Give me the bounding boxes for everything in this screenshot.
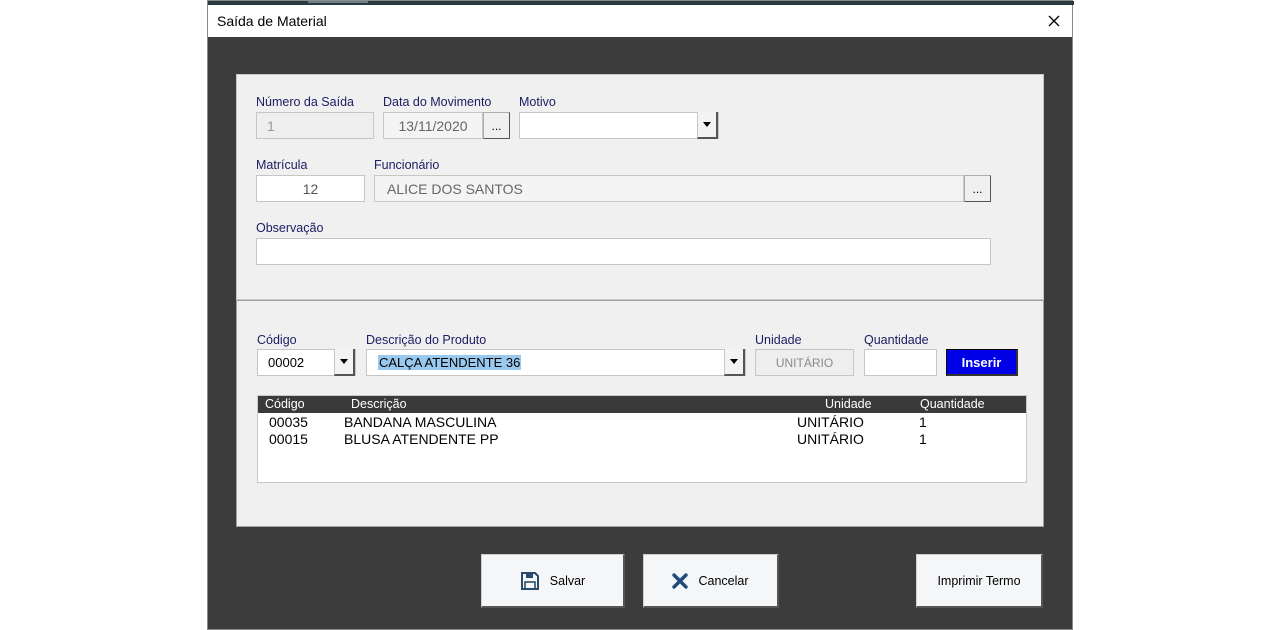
funcionario-value: ALICE DOS SANTOS	[387, 180, 523, 197]
observacao-label: Observação	[256, 221, 324, 235]
title-bar: Saída de Material	[208, 5, 1072, 37]
data-movimento-picker-button[interactable]: ...	[483, 112, 510, 139]
background-window-text-fragment	[308, 1, 368, 3]
descricao-produto-combobox[interactable]: CALÇA ATENDENTE 36	[366, 349, 746, 376]
matricula-value: 12	[302, 180, 319, 197]
items-list[interactable]: Código Descrição Unidade Quantidade 0003…	[257, 395, 1027, 483]
close-button[interactable]	[1036, 5, 1072, 37]
caret-down-icon	[340, 359, 348, 364]
header-panel: Número da Saída 1 Data do Movimento 13/1…	[236, 74, 1044, 300]
descricao-produto-value: CALÇA ATENDENTE 36	[378, 355, 522, 370]
codigo-dropdown-button[interactable]	[334, 349, 355, 376]
matricula-field[interactable]: 12	[256, 175, 365, 202]
picker-ellipsis: ...	[491, 119, 502, 133]
row-descricao: BLUSA ATENDENTE PP	[344, 431, 499, 447]
saida-material-window: Saída de Material Número da Saída 1 Data…	[207, 0, 1074, 630]
row-codigo: 00015	[269, 431, 308, 447]
data-movimento-value: 13/11/2020	[398, 117, 468, 134]
row-unidade: UNITÁRIO	[797, 431, 864, 447]
row-descricao: BANDANA MASCULINA	[344, 414, 497, 430]
imprimir-termo-button[interactable]: Imprimir Termo	[916, 554, 1043, 608]
floppy-disk-icon	[520, 571, 540, 591]
descricao-dropdown-button[interactable]	[724, 349, 745, 376]
column-header-unidade: Unidade	[825, 397, 872, 411]
picker-ellipsis: ...	[972, 182, 983, 196]
x-mark-icon	[672, 572, 689, 589]
unidade-label: Unidade	[755, 333, 802, 347]
caret-down-icon	[730, 359, 738, 364]
table-row[interactable]: 00035 BANDANA MASCULINA UNITÁRIO 1	[258, 414, 1026, 431]
quantidade-field[interactable]	[864, 349, 937, 376]
motivo-select[interactable]	[519, 112, 719, 139]
inserir-button[interactable]: Inserir	[946, 349, 1018, 376]
salvar-label: Salvar	[549, 573, 586, 588]
data-movimento-label: Data do Movimento	[383, 95, 492, 109]
row-quantidade: 1	[919, 431, 927, 447]
inserir-label: Inserir	[961, 354, 1002, 370]
quantidade-label: Quantidade	[864, 333, 929, 347]
row-quantidade: 1	[919, 414, 927, 430]
motivo-label: Motivo	[519, 95, 556, 109]
table-row[interactable]: 00015 BLUSA ATENDENTE PP UNITÁRIO 1	[258, 431, 1026, 448]
matricula-label: Matrícula	[256, 158, 308, 172]
codigo-combobox[interactable]: 00002	[257, 349, 356, 376]
close-icon	[1048, 15, 1060, 27]
funcionario-picker-button[interactable]: ...	[964, 175, 991, 202]
numero-saida-value: 1	[267, 117, 275, 134]
salvar-button[interactable]: Salvar	[481, 554, 625, 608]
window-title: Saída de Material	[217, 13, 327, 29]
imprimir-termo-label: Imprimir Termo	[937, 573, 1021, 588]
items-list-header: Código Descrição Unidade Quantidade	[258, 396, 1026, 413]
row-unidade: UNITÁRIO	[797, 414, 864, 430]
column-header-descricao: Descrição	[351, 397, 407, 411]
column-header-quantidade: Quantidade	[920, 397, 985, 411]
codigo-label: Código	[257, 333, 297, 347]
descricao-produto-label: Descrição do Produto	[366, 333, 487, 347]
column-header-codigo: Código	[265, 397, 305, 411]
row-codigo: 00035	[269, 414, 308, 430]
numero-saida-label: Número da Saída	[256, 95, 354, 109]
data-movimento-field[interactable]: 13/11/2020	[383, 112, 483, 139]
numero-saida-field[interactable]: 1	[256, 112, 374, 139]
funcionario-field[interactable]: ALICE DOS SANTOS	[374, 175, 964, 202]
funcionario-label: Funcionário	[374, 158, 440, 172]
caret-down-icon	[703, 122, 711, 127]
observacao-field[interactable]	[256, 238, 991, 265]
unidade-field: UNITÁRIO	[755, 349, 854, 376]
unidade-value: UNITÁRIO	[775, 355, 834, 370]
codigo-value: 00002	[268, 355, 305, 370]
cancelar-label: Cancelar	[698, 573, 749, 588]
items-panel: Código 00002 Descrição do Produto CALÇA …	[236, 300, 1044, 527]
motivo-dropdown-button[interactable]	[697, 112, 718, 139]
cancelar-button[interactable]: Cancelar	[643, 554, 779, 608]
